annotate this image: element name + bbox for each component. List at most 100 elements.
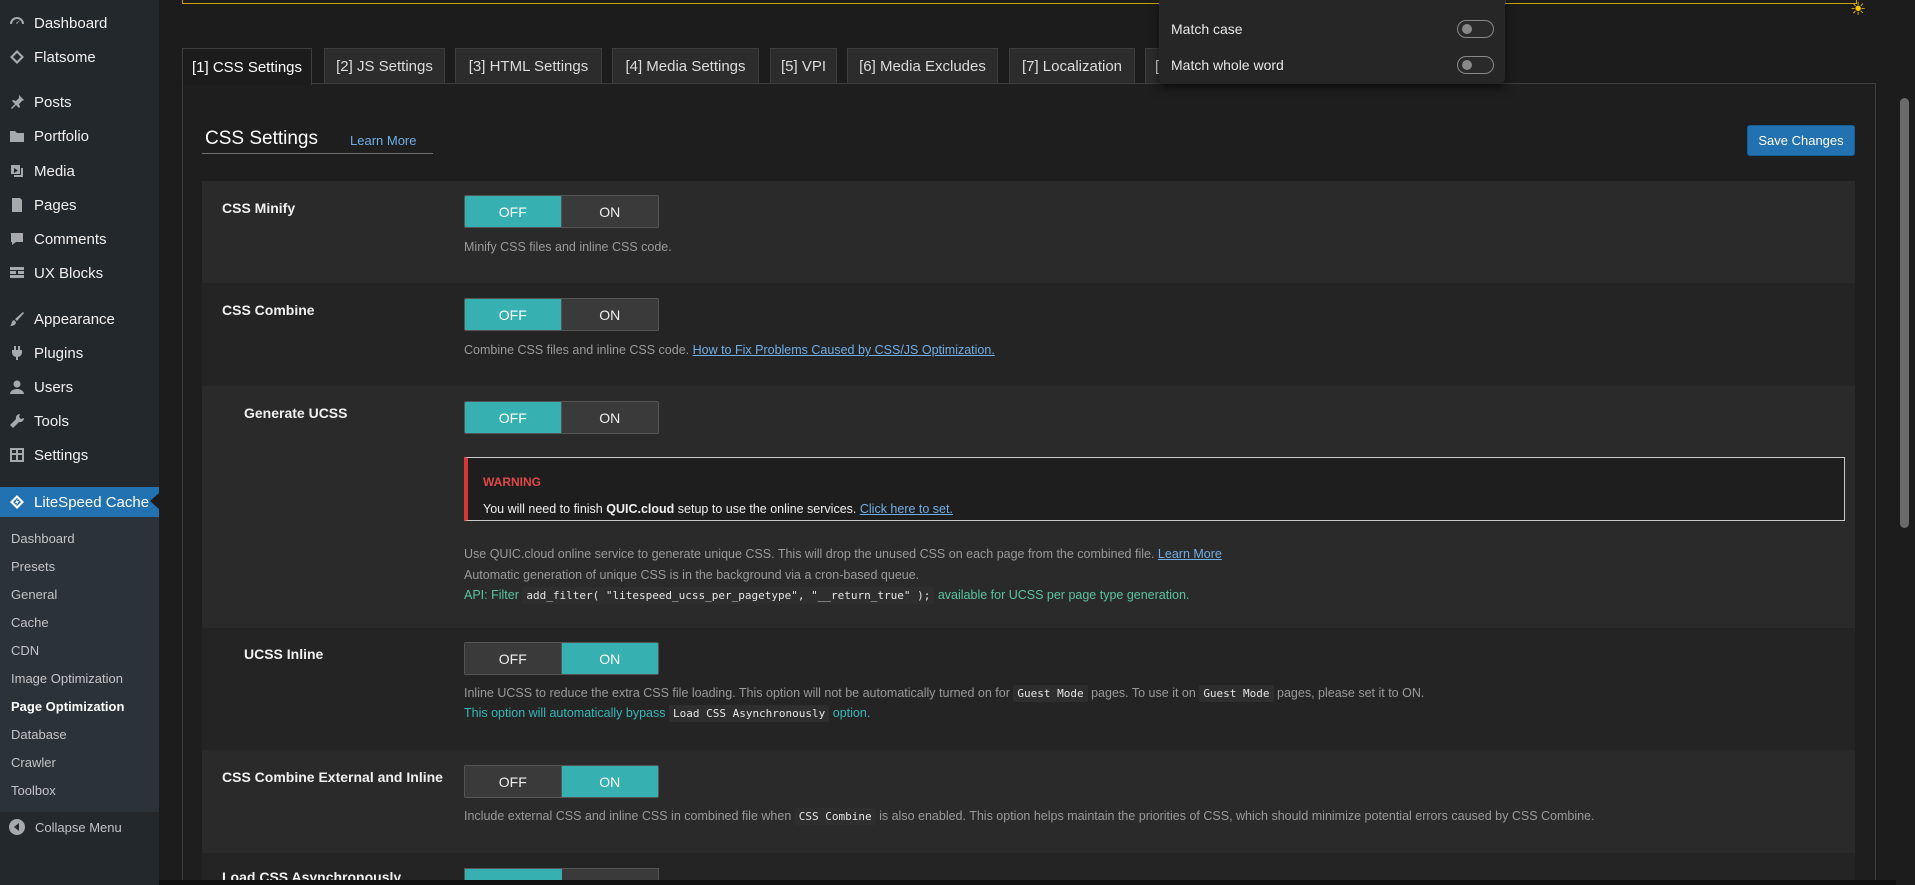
collapse-menu-button[interactable]: Collapse Menu [8,818,122,836]
sidebar-item-comments[interactable]: Comments [0,226,159,252]
fix-problems-link[interactable]: How to Fix Problems Caused by CSS/JS Opt… [693,343,995,357]
grid-icon [8,264,26,282]
sidebar-item-flatsome[interactable]: Flatsome [0,44,159,70]
sidebar-item-label: Tools [34,412,70,430]
setting-label: UCSS Inline [244,646,324,662]
css-minify-toggle: OFF ON [464,195,659,228]
learn-more-link[interactable]: Learn More [350,133,416,148]
tab-media-excludes[interactable]: [6] Media Excludes [847,48,998,83]
api-filter-note: API: Filter add_filter( "litespeed_ucss_… [464,587,1189,604]
css-minify-off-option[interactable]: OFF [465,196,562,227]
notice-bar [182,0,1857,4]
sidebar-item-label: Media [34,162,75,180]
title-divider [202,153,433,154]
setting-label: CSS Combine [222,302,315,318]
note-text: This option will automatically bypass [464,706,666,720]
submenu-item-cache[interactable]: Cache [11,615,49,630]
sidebar-item-dashboard[interactable]: Dashboard [0,10,159,36]
sidebar-item-settings[interactable]: Settings [0,442,159,468]
sidebar-item-label: Users [34,378,74,396]
sidebar-item-tools[interactable]: Tools [0,408,159,434]
tab-media-settings[interactable]: [4] Media Settings [612,48,759,83]
sidebar-item-litespeed-cache[interactable]: LiteSpeed Cache [0,487,159,517]
litespeed-submenu: Dashboard Presets General Cache CDN Imag… [0,517,159,812]
tab-vpi[interactable]: [5] VPI [770,48,837,83]
warning-text-post: setup to use the online services. [677,502,857,516]
current-menu-arrow [150,493,159,509]
sidebar-item-ux-blocks[interactable]: UX Blocks [0,260,159,286]
sidebar-item-media[interactable]: Media [0,158,159,184]
generate-ucss-on-option[interactable]: ON [561,402,658,433]
setting-description: Include external CSS and inline CSS in c… [464,808,1595,825]
css-combine-off-option[interactable]: OFF [465,299,562,330]
setting-description: Inline UCSS to reduce the extra CSS file… [464,685,1425,702]
find-options-popover: Match case Match whole word [1159,0,1505,84]
sidebar-item-label: Pages [34,196,77,214]
switch-knob [1462,60,1472,70]
quic-cloud-warning: WARNING You will need to finish QUIC.clo… [464,457,1845,521]
css-combine-on-option[interactable]: ON [561,299,658,330]
submenu-item-toolbox[interactable]: Toolbox [11,783,56,798]
page-scrollbar-thumb[interactable] [1900,98,1909,528]
submenu-item-page-optimization[interactable]: Page Optimization [11,699,124,714]
tab-html-settings[interactable]: [3] HTML Settings [455,48,602,83]
tab-localization[interactable]: [7] Localization [1009,48,1135,83]
sidebar-item-label: Settings [34,446,89,464]
submenu-item-presets[interactable]: Presets [11,559,55,574]
click-here-to-set-link[interactable]: Click here to set. [860,502,953,516]
tab-js-settings[interactable]: [2] JS Settings [324,48,445,83]
quic-cloud-brand: QUIC.cloud [606,502,675,516]
wrench-icon [8,412,26,430]
sidebar-item-portfolio[interactable]: Portfolio [0,123,159,149]
plug-icon [8,344,26,362]
guest-mode-code: Guest Mode [1199,685,1274,702]
sidebar-item-pages[interactable]: Pages [0,192,159,218]
css-combine-external-on-option[interactable]: ON [561,766,658,797]
sidebar-item-posts[interactable]: Posts [0,89,159,115]
sidebar-item-users[interactable]: Users [0,374,159,400]
sidebar-item-label: Portfolio [34,127,90,145]
setting-label: CSS Minify [222,200,296,216]
ucss-learn-more-link[interactable]: Learn More [1158,547,1222,561]
match-whole-word-switch[interactable] [1457,56,1494,74]
pin-icon [8,93,26,111]
match-whole-word-label: Match whole word [1171,57,1284,73]
page-icon [8,196,26,214]
match-case-switch[interactable] [1457,20,1494,38]
setting-label: CSS Combine External and Inline [222,769,443,785]
submenu-item-general[interactable]: General [11,587,57,602]
sidebar-item-label: Posts [34,93,72,111]
submenu-item-crawler[interactable]: Crawler [11,755,56,770]
description-text: Use QUIC.cloud online service to generat… [464,547,1155,561]
sidebar-item-plugins[interactable]: Plugins [0,340,159,366]
match-case-label: Match case [1171,21,1243,37]
folder-icon [8,127,26,145]
submenu-item-cdn[interactable]: CDN [11,643,39,658]
tab-css-settings[interactable]: [1] CSS Settings [182,48,312,85]
setting-label: Generate UCSS [244,405,348,421]
css-minify-on-option[interactable]: ON [561,196,658,227]
sidebar-item-label: Appearance [34,310,115,328]
setting-row-css-minify [202,181,1855,283]
sidebar-item-appearance[interactable]: Appearance [0,306,159,332]
warning-message: You will need to finish QUIC.cloud setup… [483,502,953,516]
litespeed-icon [8,493,26,511]
settings-icon [8,446,26,464]
sidebar-item-label: Plugins [34,344,84,362]
description-text: pages, please set it to ON. [1277,686,1425,700]
ucss-inline-on-option[interactable]: ON [561,643,658,674]
submenu-item-database[interactable]: Database [11,727,67,742]
save-changes-button[interactable]: Save Changes [1747,125,1855,156]
sidebar-item-label: Dashboard [34,14,108,32]
sidebar-item-label: LiteSpeed Cache [34,493,150,511]
submenu-item-dashboard[interactable]: Dashboard [11,531,75,546]
bypass-note: This option will automatically bypass Lo… [464,705,870,722]
setting-description: Automatic generation of unique CSS is in… [464,568,920,582]
css-combine-external-off-option[interactable]: OFF [465,766,562,797]
css-combine-external-toggle: OFF ON [464,765,659,798]
description-text: Inline UCSS to reduce the extra CSS file… [464,686,1010,700]
submenu-item-image-optimization[interactable]: Image Optimization [11,671,123,686]
generate-ucss-off-option[interactable]: OFF [465,402,562,433]
sun-icon[interactable]: ☀ [1850,0,1870,18]
ucss-inline-off-option[interactable]: OFF [465,643,562,674]
